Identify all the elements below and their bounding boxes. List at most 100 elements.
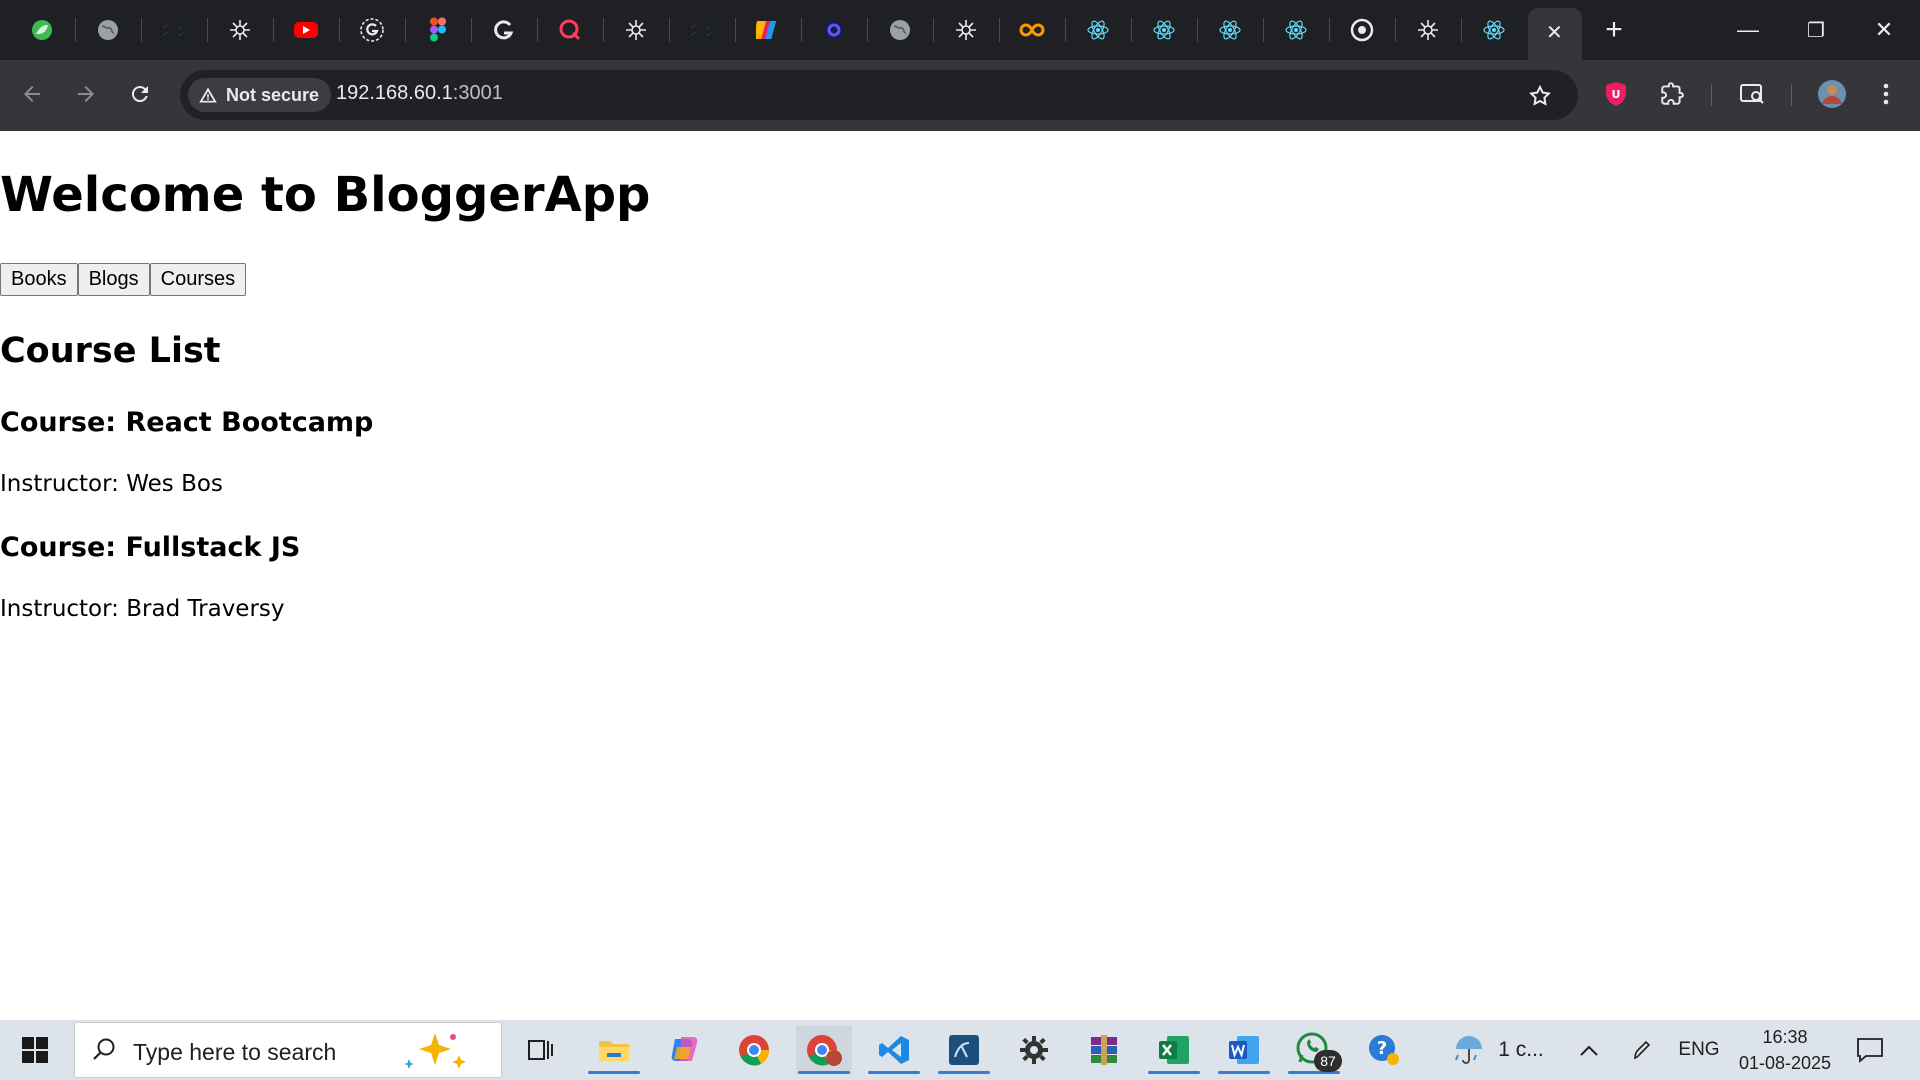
tab-separator bbox=[537, 18, 538, 42]
weather-widget[interactable]: 1 c... bbox=[1443, 1020, 1553, 1080]
search-icon bbox=[93, 1038, 115, 1060]
tab-openai-icon[interactable] bbox=[226, 16, 254, 44]
tab-separator bbox=[801, 18, 802, 42]
taskbar-word-button[interactable] bbox=[1216, 1026, 1272, 1074]
copilot-icon bbox=[671, 1037, 698, 1061]
pen-icon bbox=[1634, 1040, 1651, 1060]
security-label: Not secure bbox=[226, 84, 320, 105]
tab-search-icon[interactable] bbox=[1734, 76, 1770, 112]
new-tab-button[interactable]: + bbox=[1594, 12, 1634, 48]
pen-menu-button[interactable] bbox=[1626, 1020, 1660, 1080]
blogs-button[interactable]: Blogs bbox=[77, 263, 150, 296]
forward-button[interactable] bbox=[66, 74, 106, 114]
language-indicator[interactable]: ENG bbox=[1674, 1020, 1724, 1080]
running-indicator bbox=[868, 1071, 920, 1074]
tab-openai-icon[interactable] bbox=[952, 16, 980, 44]
windows-taskbar: Type here to search 87? 1 c... ENG 16:38… bbox=[0, 1020, 1920, 1080]
tab-separator bbox=[207, 18, 208, 42]
start-button[interactable] bbox=[0, 1020, 70, 1080]
running-indicator bbox=[798, 1071, 850, 1074]
close-window-button[interactable]: ✕ bbox=[1864, 12, 1904, 48]
tab-g-logo-icon[interactable] bbox=[490, 16, 518, 44]
notifications-button[interactable] bbox=[1850, 1020, 1890, 1080]
vscode-icon bbox=[879, 1036, 909, 1064]
courses-button[interactable]: Courses bbox=[149, 263, 247, 296]
forward-arrow-icon bbox=[78, 86, 94, 102]
tab-youtube-icon[interactable] bbox=[292, 16, 320, 44]
tab-separator bbox=[603, 18, 604, 42]
chrome-icon bbox=[739, 1035, 770, 1066]
security-chip[interactable]: Not secure bbox=[188, 78, 332, 112]
tab-globe-icon[interactable] bbox=[94, 16, 122, 44]
search-placeholder: Type here to search bbox=[133, 1039, 337, 1065]
show-hidden-icons-button[interactable] bbox=[1572, 1020, 1606, 1080]
profile-avatar[interactable] bbox=[1814, 76, 1850, 112]
task-view-icon bbox=[528, 1040, 553, 1060]
url-text[interactable]: 192.168.60.1:3001 bbox=[336, 82, 503, 105]
course-heading: Course: React Bootcamp bbox=[0, 407, 374, 438]
taskbar-chrome-button[interactable] bbox=[726, 1026, 782, 1074]
tab-openai-icon[interactable] bbox=[1414, 16, 1442, 44]
extensions-puzzle-icon[interactable] bbox=[1654, 76, 1690, 112]
minimize-button[interactable]: — bbox=[1728, 12, 1768, 48]
section-title: Course List bbox=[0, 331, 221, 371]
ublock-extension-icon[interactable]: U bbox=[1598, 76, 1634, 112]
taskbar-winrar-button[interactable] bbox=[1076, 1026, 1132, 1074]
tab-separator bbox=[1197, 18, 1198, 42]
taskbar-copilot-button[interactable] bbox=[656, 1026, 712, 1074]
settings-icon bbox=[1020, 1036, 1048, 1064]
taskbar-settings-button[interactable] bbox=[1006, 1026, 1062, 1074]
weather-text: 1 c... bbox=[1498, 1038, 1544, 1061]
tab-react-icon[interactable] bbox=[1216, 16, 1244, 44]
taskbar-task-view-button[interactable] bbox=[512, 1026, 568, 1074]
course-instructor: Instructor: Wes Bos bbox=[0, 471, 223, 497]
file-explorer-icon bbox=[599, 1041, 629, 1061]
tab-globe-icon[interactable] bbox=[886, 16, 914, 44]
course-heading: Course: Fullstack JS bbox=[0, 532, 301, 563]
tab-separator bbox=[669, 18, 670, 42]
tab-figma-icon[interactable] bbox=[424, 16, 452, 44]
tab-separator bbox=[735, 18, 736, 42]
category-buttons: Books Blogs Courses bbox=[0, 263, 247, 296]
warning-icon bbox=[199, 87, 217, 103]
tab-separator bbox=[867, 18, 868, 42]
taskbar-whatsapp-button[interactable]: 87 bbox=[1286, 1026, 1342, 1074]
tab-tailwind-icon[interactable] bbox=[688, 16, 716, 44]
reload-icon bbox=[131, 86, 148, 103]
tab-separator bbox=[1131, 18, 1132, 42]
taskbar-mysql-workbench-button[interactable] bbox=[936, 1026, 992, 1074]
taskbar-search-box[interactable]: Type here to search bbox=[74, 1022, 502, 1078]
tab-openai-icon[interactable] bbox=[622, 16, 650, 44]
taskbar-help-button[interactable]: ? bbox=[1356, 1026, 1412, 1074]
tab-q-icon[interactable] bbox=[556, 16, 584, 44]
restore-button[interactable]: ❐ bbox=[1796, 12, 1836, 48]
taskbar-excel-button[interactable] bbox=[1146, 1026, 1202, 1074]
tab-tailwind-icon[interactable] bbox=[160, 16, 188, 44]
help-icon: ? bbox=[1369, 1035, 1399, 1065]
bookmark-star-icon[interactable] bbox=[1522, 78, 1558, 114]
tab-react-icon[interactable] bbox=[1480, 16, 1508, 44]
taskbar-chrome-profile-button[interactable] bbox=[796, 1026, 852, 1074]
books-button[interactable]: Books bbox=[0, 263, 78, 296]
close-tab-icon[interactable]: ✕ bbox=[1546, 20, 1563, 45]
tab-circle-g-icon[interactable] bbox=[358, 16, 386, 44]
back-button[interactable] bbox=[12, 74, 52, 114]
tab-react-icon[interactable] bbox=[1084, 16, 1112, 44]
tab-c-logo-icon[interactable] bbox=[820, 16, 848, 44]
tab-multicolor-icon[interactable] bbox=[754, 16, 782, 44]
taskbar-vscode-button[interactable] bbox=[866, 1026, 922, 1074]
clock[interactable]: 16:38 01-08-2025 bbox=[1730, 1020, 1840, 1080]
omnibox[interactable]: Not secure 192.168.60.1:3001 bbox=[180, 70, 1578, 120]
tab-react-icon[interactable] bbox=[1150, 16, 1178, 44]
active-tab[interactable]: ✕ bbox=[1528, 8, 1582, 60]
tab-separator bbox=[405, 18, 406, 42]
tab-react-icon[interactable] bbox=[1282, 16, 1310, 44]
tab-chrome-icon[interactable] bbox=[1348, 16, 1376, 44]
chevron-up-icon bbox=[1580, 1045, 1598, 1056]
tab-leaf-icon[interactable] bbox=[28, 16, 56, 44]
tab-infinity-icon[interactable] bbox=[1018, 16, 1046, 44]
mysql-workbench-icon bbox=[949, 1035, 979, 1065]
reload-button[interactable] bbox=[120, 74, 160, 114]
browser-menu-icon[interactable] bbox=[1868, 76, 1904, 112]
taskbar-file-explorer-button[interactable] bbox=[586, 1026, 642, 1074]
